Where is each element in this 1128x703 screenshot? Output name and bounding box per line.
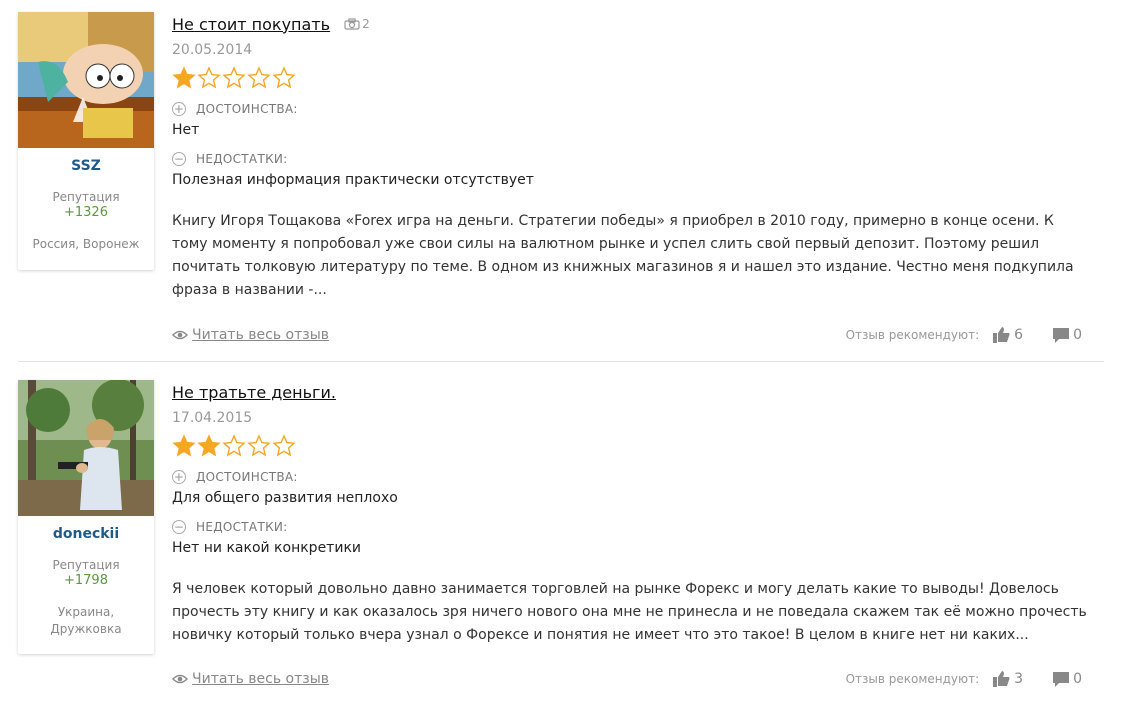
photos-count-value: 2 [362, 17, 370, 31]
username-link[interactable]: doneckii [18, 526, 154, 542]
comment-icon [1053, 327, 1070, 343]
reputation-label: Репутация [52, 190, 120, 204]
reputation-value: +1798 [64, 573, 108, 588]
review-item: doneckii Репутация +1798 Украина, Дружко… [0, 368, 1128, 703]
star-empty-icon [197, 66, 221, 89]
recommend-label: Отзыв рекомендуют: [845, 672, 980, 686]
star-filled-icon [172, 434, 196, 457]
like-button[interactable]: 3 [993, 671, 1023, 687]
cons-label: НЕДОСТАТКИ: [196, 520, 288, 534]
review-item: SSZ Репутация +1326 Россия, Воронеж Не с… [0, 0, 1128, 362]
comments-count: 0 [1073, 327, 1082, 343]
pros-text: Нет [172, 122, 200, 138]
avatar[interactable] [18, 380, 154, 516]
cons-label: НЕДОСТАТКИ: [196, 152, 288, 166]
likes-count: 3 [1014, 671, 1024, 687]
user-card: SSZ Репутация +1326 Россия, Воронеж [18, 12, 154, 270]
camera-icon [344, 18, 360, 30]
review-footer: Читать весь отзыв Отзыв рекомендуют: 3 0 [172, 668, 1082, 690]
star-empty-icon [247, 434, 271, 457]
read-more-label: Читать весь отзыв [192, 671, 330, 687]
thumbs-up-icon [993, 327, 1010, 343]
user-location: Россия, Воронеж [32, 237, 140, 251]
read-more-link[interactable]: Читать весь отзыв [172, 671, 329, 687]
likes-count: 6 [1014, 327, 1024, 343]
reputation-value: +1326 [64, 205, 108, 220]
review-date: 20.05.2014 [172, 42, 253, 58]
username-link[interactable]: SSZ [18, 158, 154, 174]
pros-text: Для общего развития неплохо [172, 490, 398, 506]
plus-icon: + [172, 102, 186, 116]
photos-count[interactable]: 2 [344, 17, 370, 31]
review-title-link[interactable]: Не стоит покупать [172, 15, 330, 34]
star-empty-icon [222, 66, 246, 89]
minus-icon: − [172, 520, 186, 534]
star-empty-icon [222, 434, 246, 457]
rating-stars [172, 434, 1104, 460]
star-empty-icon [247, 66, 271, 89]
comment-icon [1053, 671, 1070, 687]
star-filled-icon [172, 66, 196, 89]
cons-text: Нет ни какой конкретики [172, 540, 361, 556]
eye-icon [172, 674, 188, 684]
rating-stars [172, 66, 1104, 92]
comments-count: 0 [1073, 671, 1082, 687]
review-divider [18, 361, 1104, 362]
reputation-label: Репутация [52, 558, 120, 572]
cons-text: Полезная информация практически отсутств… [172, 172, 534, 188]
review-content: Не стоит покупать 2 20.05.2014 + ДОСТОИН… [172, 12, 1104, 302]
thumbs-up-icon [993, 671, 1010, 687]
user-location: Украина, Дружковка [50, 605, 122, 636]
eye-icon [172, 330, 188, 340]
avatar[interactable] [18, 12, 154, 148]
read-more-link[interactable]: Читать весь отзыв [172, 327, 329, 343]
read-more-label: Читать весь отзыв [192, 327, 330, 343]
star-empty-icon [272, 434, 296, 457]
review-date: 17.04.2015 [172, 410, 253, 426]
recommend-label: Отзыв рекомендуют: [845, 328, 980, 342]
pros-label: ДОСТОИНСТВА: [196, 102, 298, 116]
review-text: Книгу Игоря Тощакова «Forex игра на день… [172, 213, 1074, 298]
review-content: Не тратьте деньги. 17.04.2015 + ДОСТОИНС… [172, 380, 1104, 647]
review-title-link[interactable]: Не тратьте деньги. [172, 383, 336, 402]
plus-icon: + [172, 470, 186, 484]
like-button[interactable]: 6 [993, 327, 1023, 343]
minus-icon: − [172, 152, 186, 166]
star-filled-icon [197, 434, 221, 457]
comments-button[interactable]: 0 [1053, 671, 1082, 687]
review-footer: Читать весь отзыв Отзыв рекомендуют: 6 0 [172, 324, 1082, 346]
user-card: doneckii Репутация +1798 Украина, Дружко… [18, 380, 154, 654]
pros-label: ДОСТОИНСТВА: [196, 470, 298, 484]
comments-button[interactable]: 0 [1053, 327, 1082, 343]
star-empty-icon [272, 66, 296, 89]
review-text: Я человек который довольно давно занимае… [172, 581, 1087, 643]
